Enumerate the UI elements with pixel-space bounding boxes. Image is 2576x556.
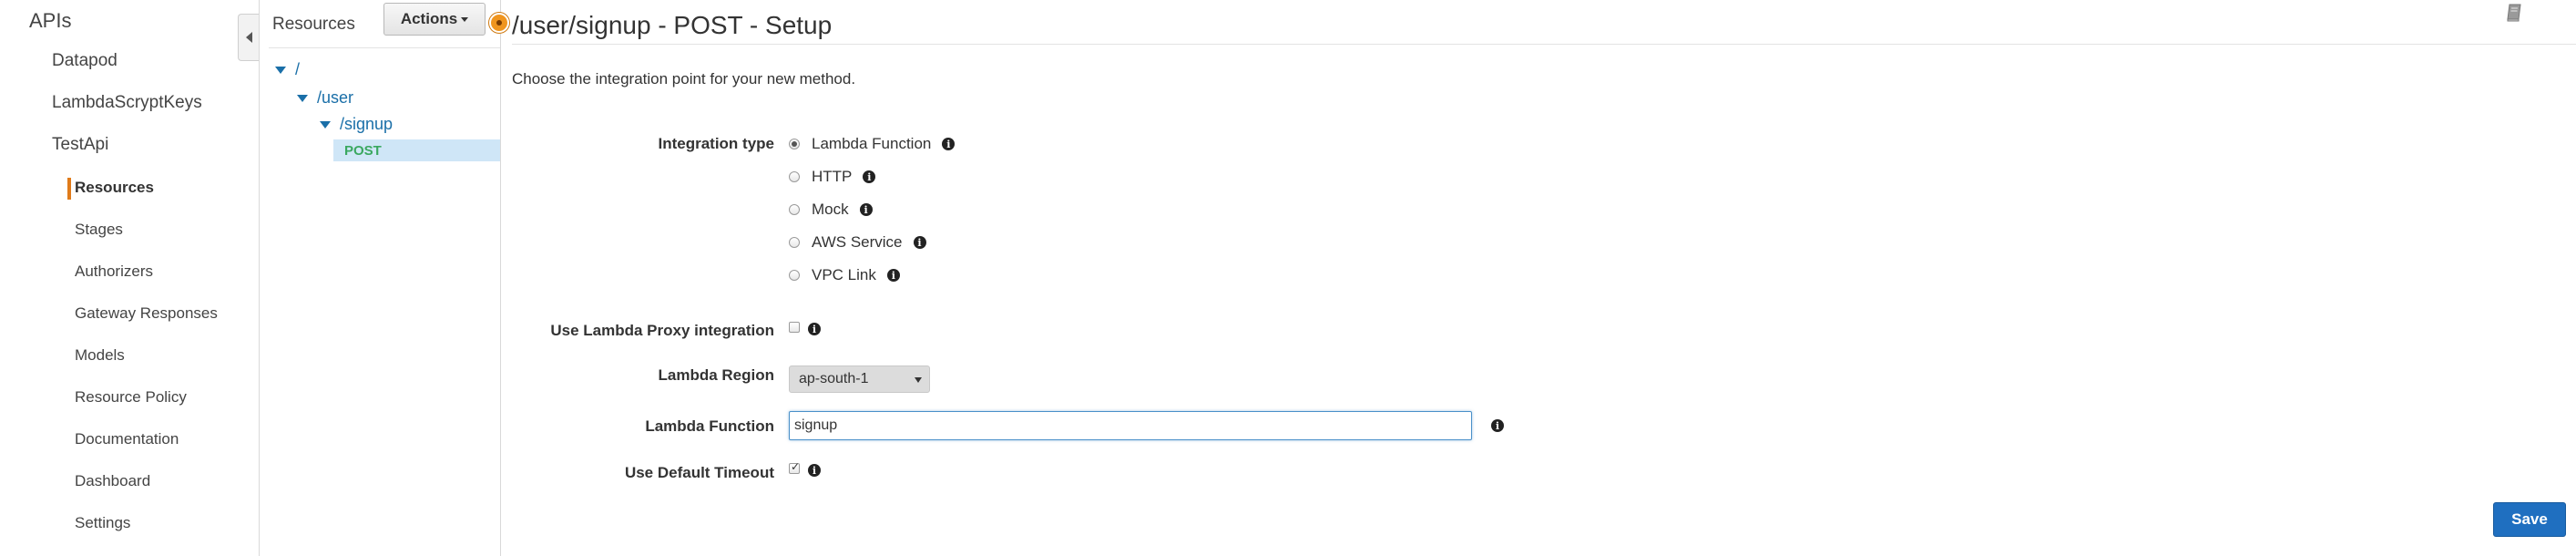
save-button[interactable]: Save xyxy=(2493,502,2566,537)
collapse-nav-button[interactable] xyxy=(238,14,259,61)
nav-resource-policy[interactable]: Resource Policy xyxy=(75,388,187,407)
option-label[interactable]: VPC Link xyxy=(812,266,876,284)
nav-settings[interactable]: Settings xyxy=(75,514,130,532)
info-icon[interactable]: i xyxy=(808,323,821,335)
chevron-left-icon xyxy=(245,32,252,43)
actions-button[interactable]: Actions xyxy=(383,3,486,36)
region-value[interactable]: ap-south-1 xyxy=(799,371,869,387)
page-title: /user/signup - POST - Setup xyxy=(512,11,833,39)
caret-down-icon xyxy=(461,16,469,22)
actions-label: Actions xyxy=(400,10,458,27)
integration-option-aws-service[interactable]: AWS Service i xyxy=(789,233,926,252)
nav-dashboard[interactable]: Dashboard xyxy=(75,472,150,490)
tree-node-label[interactable]: /signup xyxy=(340,115,393,134)
lambda-region-select[interactable]: ap-south-1 xyxy=(789,366,930,393)
book-icon[interactable] xyxy=(2505,3,2523,23)
expand-arrow-icon[interactable] xyxy=(297,94,308,102)
lambda-function-input[interactable] xyxy=(789,411,1472,440)
nav-models[interactable]: Models xyxy=(75,346,125,365)
integration-option-mock[interactable]: Mock i xyxy=(789,201,873,219)
nav-api-testapi[interactable]: TestApi xyxy=(52,135,108,155)
tree-node-signup[interactable]: /signup xyxy=(320,115,393,134)
nav-authorizers[interactable]: Authorizers xyxy=(75,263,153,281)
integration-option-http[interactable]: HTTP i xyxy=(789,168,876,186)
method-label[interactable]: POST xyxy=(344,143,382,159)
option-label[interactable]: Mock xyxy=(812,201,849,219)
setup-instructions: Choose the integration point for your ne… xyxy=(512,70,856,88)
expand-arrow-icon[interactable] xyxy=(320,120,331,129)
info-icon[interactable]: i xyxy=(1491,419,1504,432)
dropdown-arrow-icon[interactable] xyxy=(915,377,922,383)
info-icon[interactable]: i xyxy=(859,203,873,216)
info-icon[interactable]: i xyxy=(863,170,876,183)
left-navigation: APIs Datapod LambdaScryptKeys TestApi Re… xyxy=(0,0,260,556)
radio-http[interactable] xyxy=(789,171,800,182)
lambda-function-label: Lambda Function xyxy=(645,417,774,435)
integration-type-label: Integration type xyxy=(658,135,774,152)
radio-aws-service[interactable] xyxy=(789,237,800,248)
tree-node-label[interactable]: /user xyxy=(317,88,353,108)
active-indicator xyxy=(67,178,71,200)
radio-mock[interactable] xyxy=(789,204,800,215)
integration-option-vpc-link[interactable]: VPC Link i xyxy=(789,266,900,284)
nav-api-lambdascryptkeys[interactable]: LambdaScryptKeys xyxy=(52,93,202,113)
info-icon[interactable]: i xyxy=(913,236,926,249)
radio-vpc-link[interactable] xyxy=(789,270,800,281)
option-label[interactable]: AWS Service xyxy=(812,233,903,252)
resources-title: Resources xyxy=(272,15,355,34)
expand-arrow-icon[interactable] xyxy=(275,66,286,74)
option-label[interactable]: HTTP xyxy=(812,168,852,186)
nav-documentation[interactable]: Documentation xyxy=(75,430,179,448)
radio-lambda-function[interactable] xyxy=(789,139,800,149)
nav-api-datapod[interactable]: Datapod xyxy=(52,51,118,71)
lambda-proxy-label: Use Lambda Proxy integration xyxy=(550,322,774,339)
title-divider xyxy=(512,44,2576,45)
nav-resources[interactable]: Resources xyxy=(75,179,154,197)
info-icon[interactable]: i xyxy=(808,464,821,477)
tree-node-label[interactable]: / xyxy=(295,60,300,79)
nav-apis-heading[interactable]: APIs xyxy=(29,9,71,33)
default-timeout-label: Use Default Timeout xyxy=(624,464,774,481)
lambda-region-label: Lambda Region xyxy=(658,366,774,384)
option-label[interactable]: Lambda Function xyxy=(812,135,931,153)
tree-node-root[interactable]: / xyxy=(275,60,300,79)
resources-panel: Resources Actions / /user /signup POST xyxy=(260,0,509,556)
nav-gateway-responses[interactable]: Gateway Responses xyxy=(75,304,218,323)
method-setup-main: /user/signup - POST - Setup Choose the i… xyxy=(501,0,2576,556)
info-icon[interactable]: i xyxy=(942,138,956,150)
info-icon[interactable]: i xyxy=(886,269,900,282)
panel-divider xyxy=(269,47,500,48)
nav-stages[interactable]: Stages xyxy=(75,221,123,239)
tree-node-user[interactable]: /user xyxy=(297,88,353,108)
tree-node-post-method[interactable]: POST xyxy=(333,139,500,161)
default-timeout-checkbox[interactable] xyxy=(789,460,800,474)
integration-option-lambda[interactable]: Lambda Function i xyxy=(789,135,956,153)
lambda-proxy-checkbox[interactable] xyxy=(789,322,800,333)
